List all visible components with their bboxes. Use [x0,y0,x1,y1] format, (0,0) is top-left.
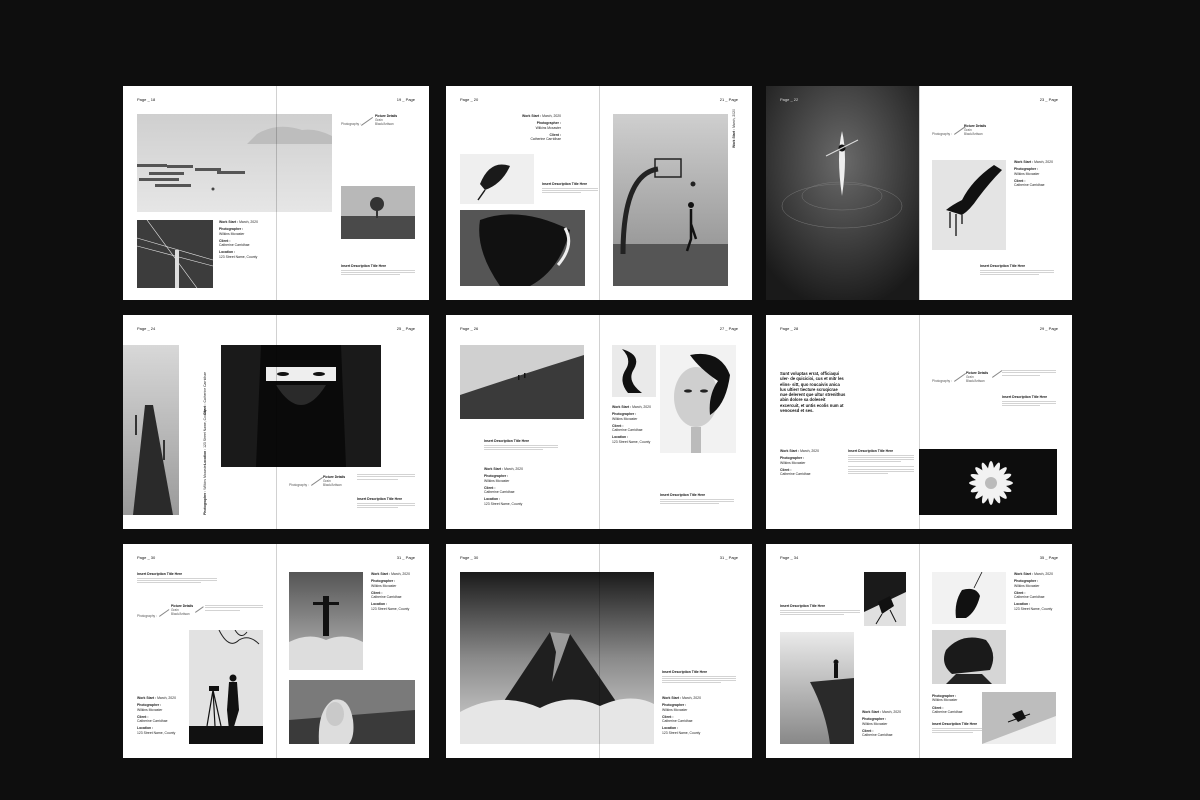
spread-pages-22-23: Page _ 22 23 _ Page Photography : Pictur… [766,86,1072,300]
skier-jump-photo [982,692,1056,744]
photography-label: Photography : [932,132,952,136]
work-info-right: Work Start : March, 2020 Photographer :W… [612,405,651,444]
description-block: Insert Description Title Here [542,182,598,194]
kayak-water-photo [766,86,919,300]
twisted-figure-photo [612,345,656,397]
picture-details-caption: Picture Details Grain Black/Artisan [966,371,989,384]
woman-road-photo [289,680,415,744]
caption-lines [1002,369,1056,377]
spread-pages-24-25: Page _ 24 25 _ Page Photographer : Wilki… [123,315,429,529]
photography-label: Photography : [341,122,361,126]
caption-connector-line [311,476,323,486]
work-info-right: Work Start : March, 2020 Photographer :W… [371,572,410,611]
picture-details-caption: Picture Details Grain Black/Artisan [964,124,987,137]
spread-pages-34-35: Page _ 34 35 _ Page Insert Description T… [766,544,1072,758]
description-block: Insert Description Title Here [137,572,217,584]
dripping-hand-photo [932,160,1006,250]
lake-boats-photo [137,114,332,212]
cliff-hiker-photo [780,632,854,744]
page-number-left: Page _ 30 [460,555,479,560]
page-number-right: 35 _ Page [1039,555,1058,560]
mountain-peak-clouds-photo [460,572,654,744]
christ-statue-clouds-photo [289,572,363,670]
hanging-figure-photo [932,572,1006,624]
daisy-flower-photo [919,449,1057,515]
description-block: Insert Description Title Here [341,264,415,276]
page-number-right: 19 _ Page [396,97,415,102]
page-number-left: Page _ 30 [137,555,156,560]
spread-pages-20-21: Page _ 20 21 _ Page Work Start : March, … [446,86,752,300]
caption-connector-line [361,116,373,126]
work-info-right: Work Start : March, 2020 Photographer :W… [1014,572,1053,611]
spread-pages-30-31: Page _ 30 31 _ Page Insert Description T… [123,544,429,758]
photography-label: Photography : [289,483,309,487]
description-block-right: Insert Description Title Here [1002,395,1056,407]
description-block: Insert Description Title Here [662,670,736,685]
page-number-right: 21 _ Page [719,97,738,102]
page-number-left: Page _ 34 [780,555,799,560]
page-number-left: Page _ 18 [137,97,156,102]
vertical-location: Location : 123 Street Name, County [203,409,207,465]
hand-face-portrait-photo [660,345,736,453]
work-info: Work Start : March, 2020 Photographer :W… [522,114,561,141]
spread-pages-18-19: Page _ 18 19 _ Page Work Start : March, … [123,86,429,300]
photography-label: Photography : [932,379,952,383]
description-block: Insert Description Title Here [848,449,914,475]
page-number-right: 31 _ Page [719,555,738,560]
page-number-right: 31 _ Page [396,555,415,560]
picture-details-caption: Picture Details Grain Black/Artisan [171,604,194,617]
description-block: Insert Description Title Here [980,264,1054,276]
work-info: Work Start : March, 2020 Photographer :W… [780,449,819,476]
description-lines [357,473,415,481]
pier-fog-photo [123,345,179,515]
work-info: Work Start : March, 2020 Photographer :W… [219,220,258,259]
vertical-work-start: Work Start : March, 2020 [732,109,736,148]
work-info-left: Work Start : March, 2020 Photographer :W… [484,467,523,506]
photographer-tripod-photo [189,630,263,744]
page-number-left: Page _ 28 [780,326,799,331]
shadow-figure-photo [864,572,906,626]
masked-portrait-photo [221,345,381,467]
utility-pole-photo [137,220,213,288]
page-number-right: 23 _ Page [1039,97,1058,102]
page-number-right: 29 _ Page [1039,326,1058,331]
work-info-left: Work Start : March, 2020 Photographer :W… [862,710,901,737]
spread-pages-28-29: Page _ 28 29 _ Page Sunt voluptas errat,… [766,315,1072,529]
page-number-right: 25 _ Page [396,326,415,331]
page-number-left: Page _ 20 [460,97,479,102]
foggy-tree-photo [341,186,415,239]
picture-details-caption: Picture Details Grain Black/Artisan [375,114,398,127]
spread-pages-26-27: Page _ 26 27 _ Page Insert Description T… [446,315,752,529]
spread-pages-30-31-mountain: Page _ 30 31 _ Page Insert Description T… [446,544,752,758]
hat-portrait-photo [460,210,585,286]
photography-label: Photography : [137,614,157,618]
caption-connector-line-2 [195,606,204,613]
caption-connector-line-2 [992,370,1003,378]
work-info-left: Work Start : March, 2020 Photographer :W… [137,696,176,735]
description-block-right: Insert Description Title Here [660,493,734,505]
pull-quote: Sunt voluptas errat, officiaqui uler- de… [780,371,846,413]
page-number-right: 27 _ Page [719,326,738,331]
work-info-bottom: Photographer : Wilkins Mcxaster Client :C… [932,694,963,714]
page-number-left: Page _ 22 [780,97,799,102]
vertical-client: Client : Catherine Carridhae [203,372,207,415]
vertical-photographer: Photographer : Wilkins Mcxaster [203,464,207,515]
work-info: Work Start : March, 2020 Photographer :W… [662,696,701,735]
leaf-photo [460,154,534,204]
description-block: Insert Description Title Here [484,439,558,451]
hair-motion-portrait-photo [932,630,1006,684]
description-block: Insert Description Title Here [357,497,415,509]
basketball-hoop-photo [613,114,728,286]
picture-details-caption: Picture Details Grain Black/Artisan [323,475,346,488]
template-preview: Page _ 18 19 _ Page Work Start : March, … [0,0,1200,800]
caption-connector-line [954,372,966,382]
description-block: Insert Description Title Here [780,604,860,616]
caption-connector-line [159,609,170,617]
caption-lines [205,604,263,612]
page-number-left: Page _ 24 [137,326,156,331]
work-info: Work Start : March, 2020 Photographer :W… [1014,160,1053,187]
page-number-left: Page _ 26 [460,326,479,331]
dune-hikers-photo [460,345,584,419]
